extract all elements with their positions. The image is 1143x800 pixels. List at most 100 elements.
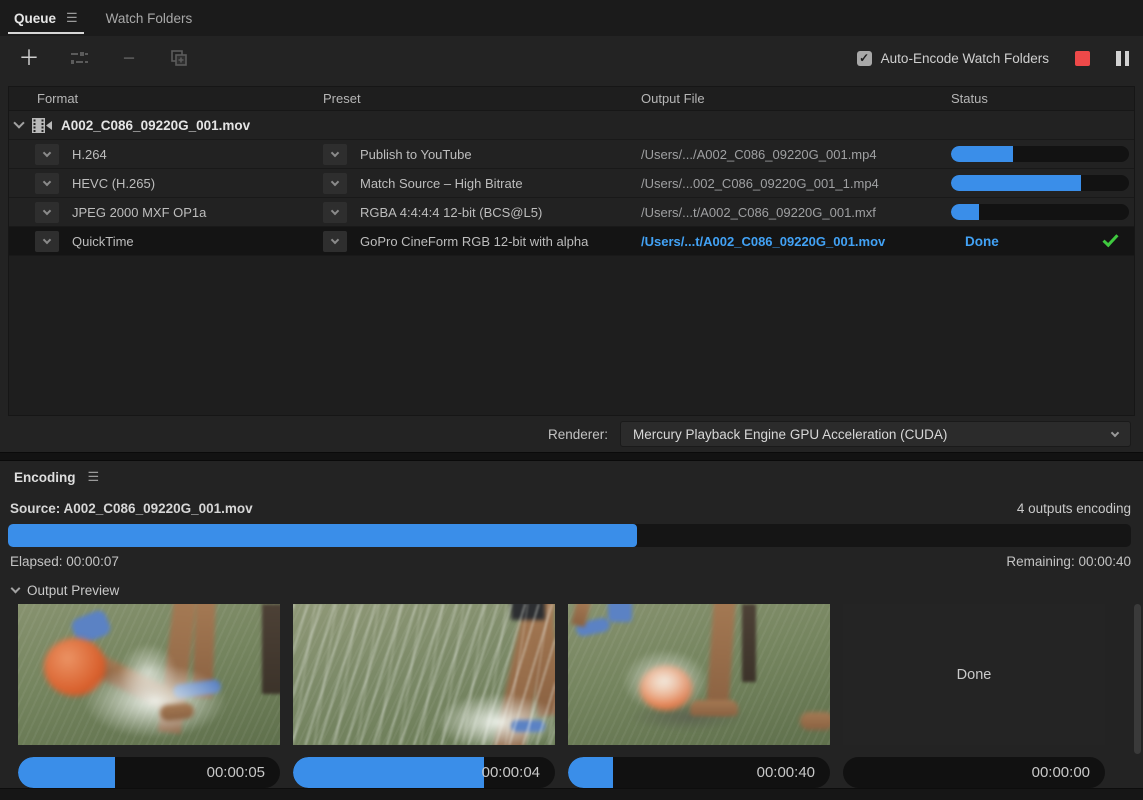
preset-dropdown-button[interactable] <box>323 202 347 223</box>
header-status: Status <box>951 91 1134 106</box>
output-file-path[interactable]: /Users/...002_C086_09220G_001_1.mp4 <box>641 176 951 191</box>
renderer-chevron-icon <box>1111 429 1119 437</box>
queue-row-done[interactable]: QuickTime GoPro CineForm RGB 12-bit with… <box>9 227 1134 256</box>
encoding-panel-header: Encoding ☰ <box>0 461 1143 493</box>
queue-table-header: Format Preset Output File Status <box>9 87 1134 111</box>
renderer-row: Renderer: Mercury Playback Engine GPU Ac… <box>0 416 1143 452</box>
output-file-path[interactable]: /Users/.../A002_C086_09220G_001.mp4 <box>641 147 951 162</box>
format-dropdown-button[interactable] <box>35 231 59 252</box>
row-progress-bar <box>951 146 1129 162</box>
pause-queue-button[interactable] <box>1116 51 1129 66</box>
row-progress-bar <box>951 204 1129 220</box>
renderer-select[interactable]: Mercury Playback Engine GPU Acceleration… <box>620 421 1131 447</box>
output-preview-header[interactable]: Output Preview <box>0 573 1143 604</box>
preset-dropdown-button[interactable] <box>323 173 347 194</box>
output-preview-label: Output Preview <box>27 583 119 598</box>
preview-progress-bar-3: 00:00:40 <box>568 757 830 788</box>
queue-panel-menu-icon[interactable]: ☰ <box>66 10 78 26</box>
output-preview-chevron-icon[interactable] <box>11 584 21 594</box>
preview-thumbnail-1 <box>18 604 280 745</box>
encoding-source-name: Source: A002_C086_09220G_001.mov <box>10 501 253 516</box>
renderer-selected-value: Mercury Playback Engine GPU Acceleration… <box>633 427 1104 442</box>
row-progress-bar <box>951 175 1129 191</box>
preview-progress-bar-4: 00:00:00 <box>843 757 1105 788</box>
stop-queue-button[interactable] <box>1075 51 1090 66</box>
preview-time-2: 00:00:04 <box>482 757 540 788</box>
minus-icon: − <box>123 48 135 69</box>
encoding-title: Encoding <box>14 470 76 485</box>
media-encoder-window: Queue ☰ Watch Folders ＋ − <box>0 0 1143 800</box>
preview-thumbnail-2 <box>293 604 555 745</box>
preset-dropdown-button[interactable] <box>323 231 347 252</box>
encoding-panel-menu-icon[interactable]: ☰ <box>88 469 100 485</box>
preset-value[interactable]: Match Source – High Bitrate <box>360 176 523 191</box>
preview-progress-bar-2: 00:00:04 <box>293 757 555 788</box>
art <box>800 712 830 730</box>
auto-encode-checkbox-group[interactable]: ✓ Auto-Encode Watch Folders <box>857 51 1049 66</box>
art <box>742 604 756 682</box>
format-value[interactable]: HEVC (H.265) <box>72 176 155 191</box>
format-dropdown-button[interactable] <box>35 173 59 194</box>
queue-toolbar: ＋ − ✓ Auto-Encode Watch Folders <box>0 36 1143 80</box>
tab-queue[interactable]: Queue ☰ <box>14 0 78 36</box>
preview-time-1: 00:00:05 <box>207 757 265 788</box>
queue-row[interactable]: JPEG 2000 MXF OP1a RGBA 4:4:4:4 12-bit (… <box>9 198 1134 227</box>
panel-divider[interactable] <box>0 452 1143 461</box>
output-file-path[interactable]: /Users/...t/A002_C086_09220G_001.mxf <box>641 205 951 220</box>
sliders-icon <box>70 50 89 66</box>
art <box>118 642 178 702</box>
art <box>620 648 710 714</box>
preview-time-3: 00:00:40 <box>757 757 815 788</box>
source-collapse-chevron-icon[interactable] <box>13 117 24 128</box>
preview-thumbnail-4-done: Done <box>843 604 1105 745</box>
preset-value[interactable]: Publish to YouTube <box>360 147 472 162</box>
queue-table: Format Preset Output File Status A002_C0… <box>8 86 1135 416</box>
queue-tabbar: Queue ☰ Watch Folders <box>0 0 1143 36</box>
overall-progress-bar <box>8 524 1131 547</box>
format-value[interactable]: QuickTime <box>72 234 134 249</box>
remaining-time: Remaining: 00:00:40 <box>1006 554 1131 569</box>
preview-done-label: Done <box>957 667 992 683</box>
status-done-label: Done <box>951 234 999 249</box>
format-dropdown-button[interactable] <box>35 202 59 223</box>
queue-empty-area <box>9 256 1134 415</box>
encoding-times: Elapsed: 00:00:07 Remaining: 00:00:40 <box>0 547 1143 573</box>
format-value[interactable]: JPEG 2000 MXF OP1a <box>72 205 206 220</box>
preview-progress-row: 00:00:05 00:00:04 00:00:40 00:00:00 <box>0 745 1143 788</box>
output-previews: Done <box>0 604 1143 745</box>
header-preset: Preset <box>323 91 641 106</box>
preset-value[interactable]: GoPro CineForm RGB 12-bit with alpha <box>360 234 588 249</box>
add-source-button[interactable]: ＋ <box>16 46 42 70</box>
remove-button[interactable]: − <box>116 46 142 70</box>
preview-time-4: 00:00:00 <box>1032 757 1090 788</box>
tab-watch-folders[interactable]: Watch Folders <box>106 0 193 36</box>
preview-progress-bar-1: 00:00:05 <box>18 757 280 788</box>
preset-value[interactable]: RGBA 4:4:4:4 12-bit (BCS@L5) <box>360 205 542 220</box>
format-dropdown-button[interactable] <box>35 144 59 165</box>
duplicate-button[interactable] <box>166 46 192 70</box>
format-value[interactable]: H.264 <box>72 147 107 162</box>
preview-thumbnail-3 <box>568 604 830 745</box>
video-file-icon <box>31 117 53 134</box>
encoding-source-line: Source: A002_C086_09220G_001.mov 4 outpu… <box>0 493 1143 522</box>
art <box>608 604 632 622</box>
plus-icon: ＋ <box>19 48 40 69</box>
queue-row[interactable]: HEVC (H.265) Match Source – High Bitrate… <box>9 169 1134 198</box>
duplicate-icon <box>170 49 188 67</box>
preset-dropdown-button[interactable] <box>323 144 347 165</box>
queue-row[interactable]: H.264 Publish to YouTube /Users/.../A002… <box>9 140 1134 169</box>
art <box>262 604 280 694</box>
header-format: Format <box>9 91 323 106</box>
output-file-link[interactable]: /Users/...t/A002_C086_09220G_001.mov <box>641 234 951 249</box>
auto-encode-label: Auto-Encode Watch Folders <box>881 51 1049 66</box>
tab-queue-label: Queue <box>14 11 56 26</box>
preset-settings-button[interactable] <box>66 46 92 70</box>
renderer-label: Renderer: <box>548 427 608 442</box>
auto-encode-checkbox[interactable]: ✓ <box>857 51 872 66</box>
elapsed-time: Elapsed: 00:00:07 <box>10 554 119 569</box>
window-bottom-edge <box>0 788 1143 800</box>
preview-scrollbar[interactable] <box>1134 604 1141 754</box>
source-row[interactable]: A002_C086_09220G_001.mov <box>9 111 1134 140</box>
done-check-icon <box>1102 231 1118 247</box>
art <box>293 604 555 745</box>
